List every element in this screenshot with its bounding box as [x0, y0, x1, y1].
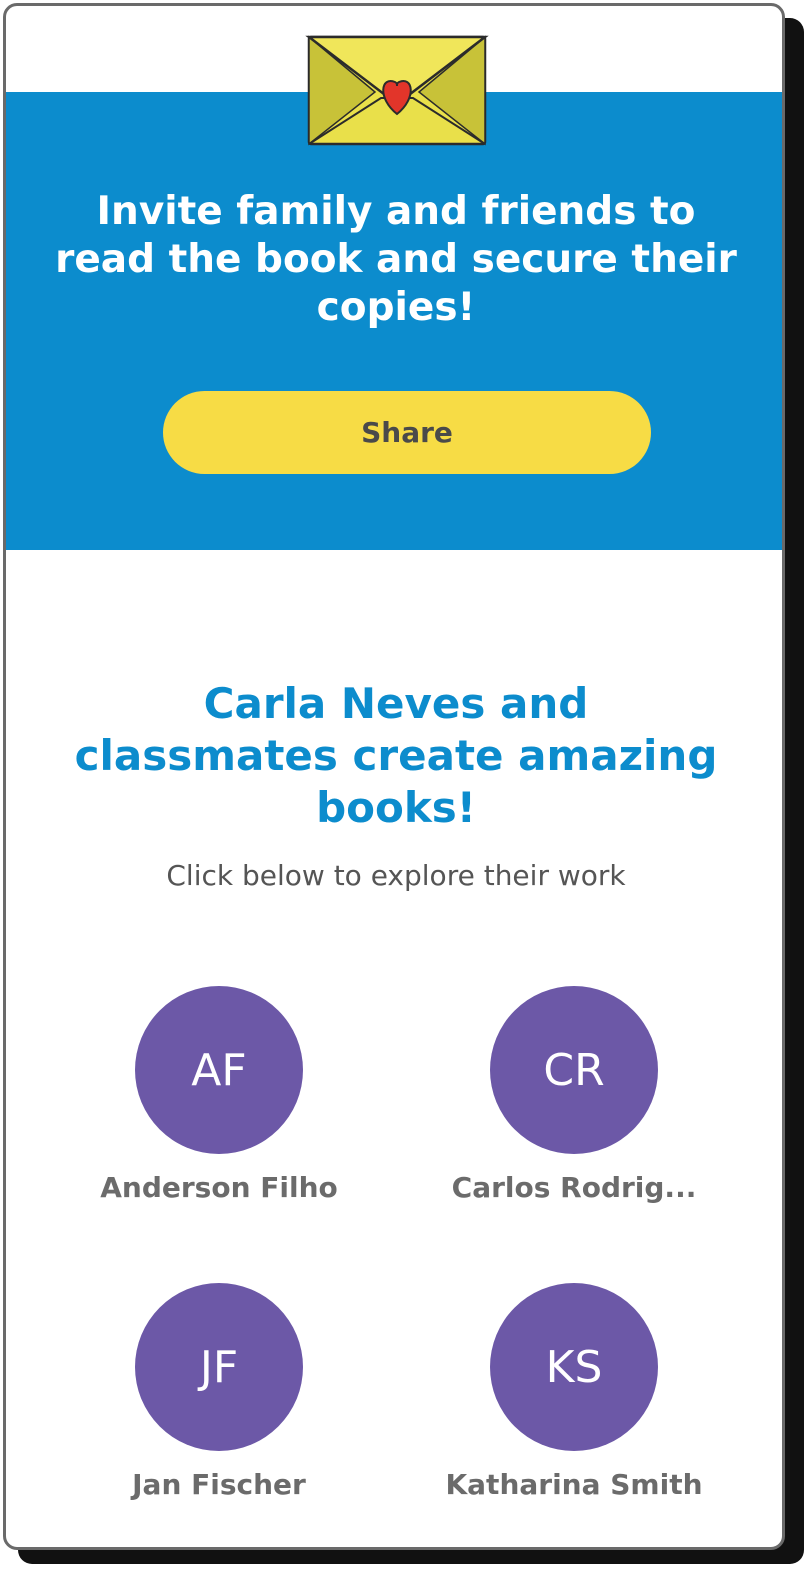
invite-title: Invite family and friends to read the bo… — [55, 189, 737, 330]
student-card[interactable]: KS Katharina Smith — [424, 1283, 724, 1503]
classmates-title: Carla Neves and classmates create amazin… — [74, 679, 718, 832]
student-card[interactable]: CR Carlos Rodrig... — [424, 986, 724, 1206]
avatar[interactable]: JF — [135, 1283, 303, 1451]
student-name[interactable]: Anderson Filho — [100, 1170, 338, 1206]
envelope-with-heart-icon — [305, 35, 489, 146]
avatar[interactable]: AF — [135, 986, 303, 1154]
avatar[interactable]: CR — [490, 986, 658, 1154]
student-name[interactable]: Carlos Rodrig... — [452, 1170, 697, 1206]
share-card: Invite family and friends to read the bo… — [3, 3, 785, 1550]
student-name[interactable]: Jan Fischer — [132, 1467, 306, 1503]
student-card[interactable]: JF Jan Fischer — [69, 1283, 369, 1503]
share-button[interactable]: Share — [163, 391, 651, 474]
avatar[interactable]: KS — [490, 1283, 658, 1451]
classmates-subtitle: Click below to explore their work — [166, 859, 626, 892]
student-card[interactable]: AF Anderson Filho — [69, 986, 369, 1206]
student-name[interactable]: Katharina Smith — [445, 1467, 702, 1503]
